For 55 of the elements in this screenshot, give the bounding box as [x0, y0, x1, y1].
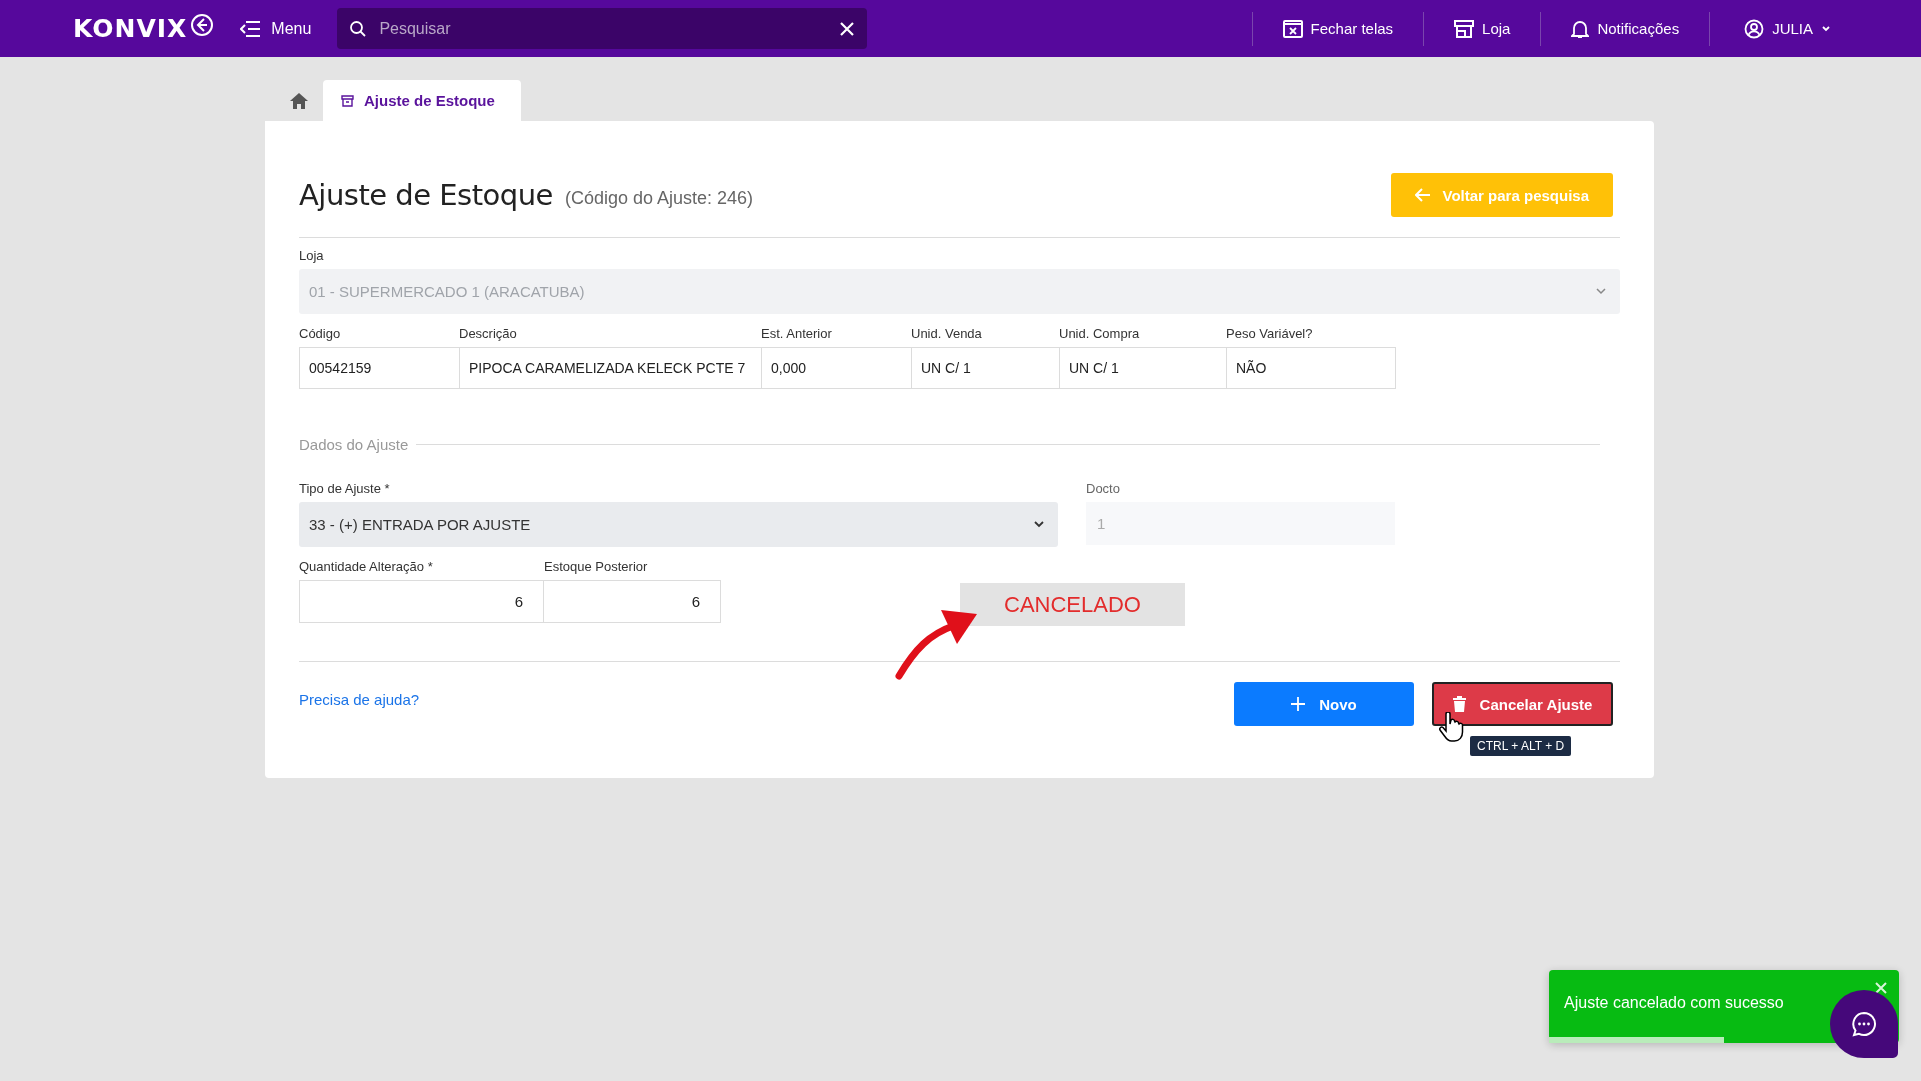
page-tab[interactable]: Ajuste de Estoque [323, 80, 521, 121]
search-field[interactable]: Pesquisar [337, 8, 868, 49]
chat-bubble-icon [1851, 1011, 1877, 1037]
new-button[interactable]: Novo [1234, 682, 1414, 726]
status-badge: CANCELADO [960, 583, 1185, 626]
help-link[interactable]: Precisa de ajuda? [299, 691, 420, 708]
hand-cursor-icon [1438, 712, 1464, 742]
page-title: Ajuste de Estoque [299, 178, 553, 212]
section-title: Dados do Ajuste [299, 436, 409, 453]
user-icon [1744, 18, 1765, 39]
arrow-left-icon [1414, 188, 1431, 202]
field-label: Estoque Posterior [544, 559, 649, 574]
menu-icon [240, 19, 263, 38]
column-label: Peso Variável? [1226, 326, 1314, 341]
quantity-field[interactable]: 6 [299, 580, 544, 623]
field-label: Loja [299, 248, 325, 263]
trash-icon [1452, 696, 1466, 712]
toolbar-button[interactable]: Notificações [1541, 8, 1710, 49]
stock-after-field[interactable]: 6 [544, 580, 721, 623]
adjustment-code: (Código do Ajuste: 246) [564, 187, 754, 209]
archive-icon [341, 94, 354, 107]
shortcut-tooltip: CTRL + ALT + D [1470, 736, 1572, 756]
cancel-adjustment-button[interactable]: Cancelar Ajuste [1432, 682, 1613, 726]
toolbar-button[interactable]: Loja [1424, 8, 1541, 49]
caret-icon [1821, 24, 1831, 33]
readonly-field: 00542159 [299, 347, 459, 389]
store-icon [1454, 19, 1475, 38]
readonly-field: UN C/ 1 [911, 347, 1059, 389]
column-label: Est. Anterior [761, 326, 833, 341]
column-label: Descrição [459, 326, 518, 341]
field-label: Docto [1086, 481, 1121, 496]
home-icon [289, 91, 309, 110]
readonly-field: 0,000 [761, 347, 911, 389]
toast-message: Ajuste cancelado com sucesso [1564, 994, 1784, 1012]
readonly-field: NÃO [1226, 347, 1396, 389]
field-label: Quantidade Alteração * [299, 559, 434, 574]
bell-icon [1571, 18, 1590, 39]
column-label: Unid. Venda [911, 326, 983, 341]
chevron-down-icon [1596, 288, 1606, 295]
menu-button[interactable]: Menu [240, 19, 312, 38]
logo-mark-icon [190, 12, 215, 37]
plus-icon [1291, 697, 1306, 711]
column-label: Unid. Compra [1059, 326, 1141, 341]
readonly-field: PIPOCA CARAMELIZADA KELECK PCTE 7 [459, 347, 761, 389]
close-window-icon [1282, 19, 1303, 38]
field-label: Tipo de Ajuste * [299, 481, 391, 496]
column-label: Código [299, 326, 342, 341]
user-menu[interactable]: JULIA [1710, 8, 1921, 49]
adjustment-type-select[interactable]: 33 - (+) ENTRADA POR AJUSTE [299, 502, 1058, 547]
toolbar-button[interactable]: Fechar telas [1252, 8, 1424, 49]
logo[interactable]: KONVIX [73, 14, 188, 43]
search-icon [349, 19, 368, 38]
chevron-down-icon [1034, 521, 1044, 528]
close-icon[interactable] [1875, 982, 1887, 994]
readonly-field: UN C/ 1 [1059, 347, 1226, 389]
